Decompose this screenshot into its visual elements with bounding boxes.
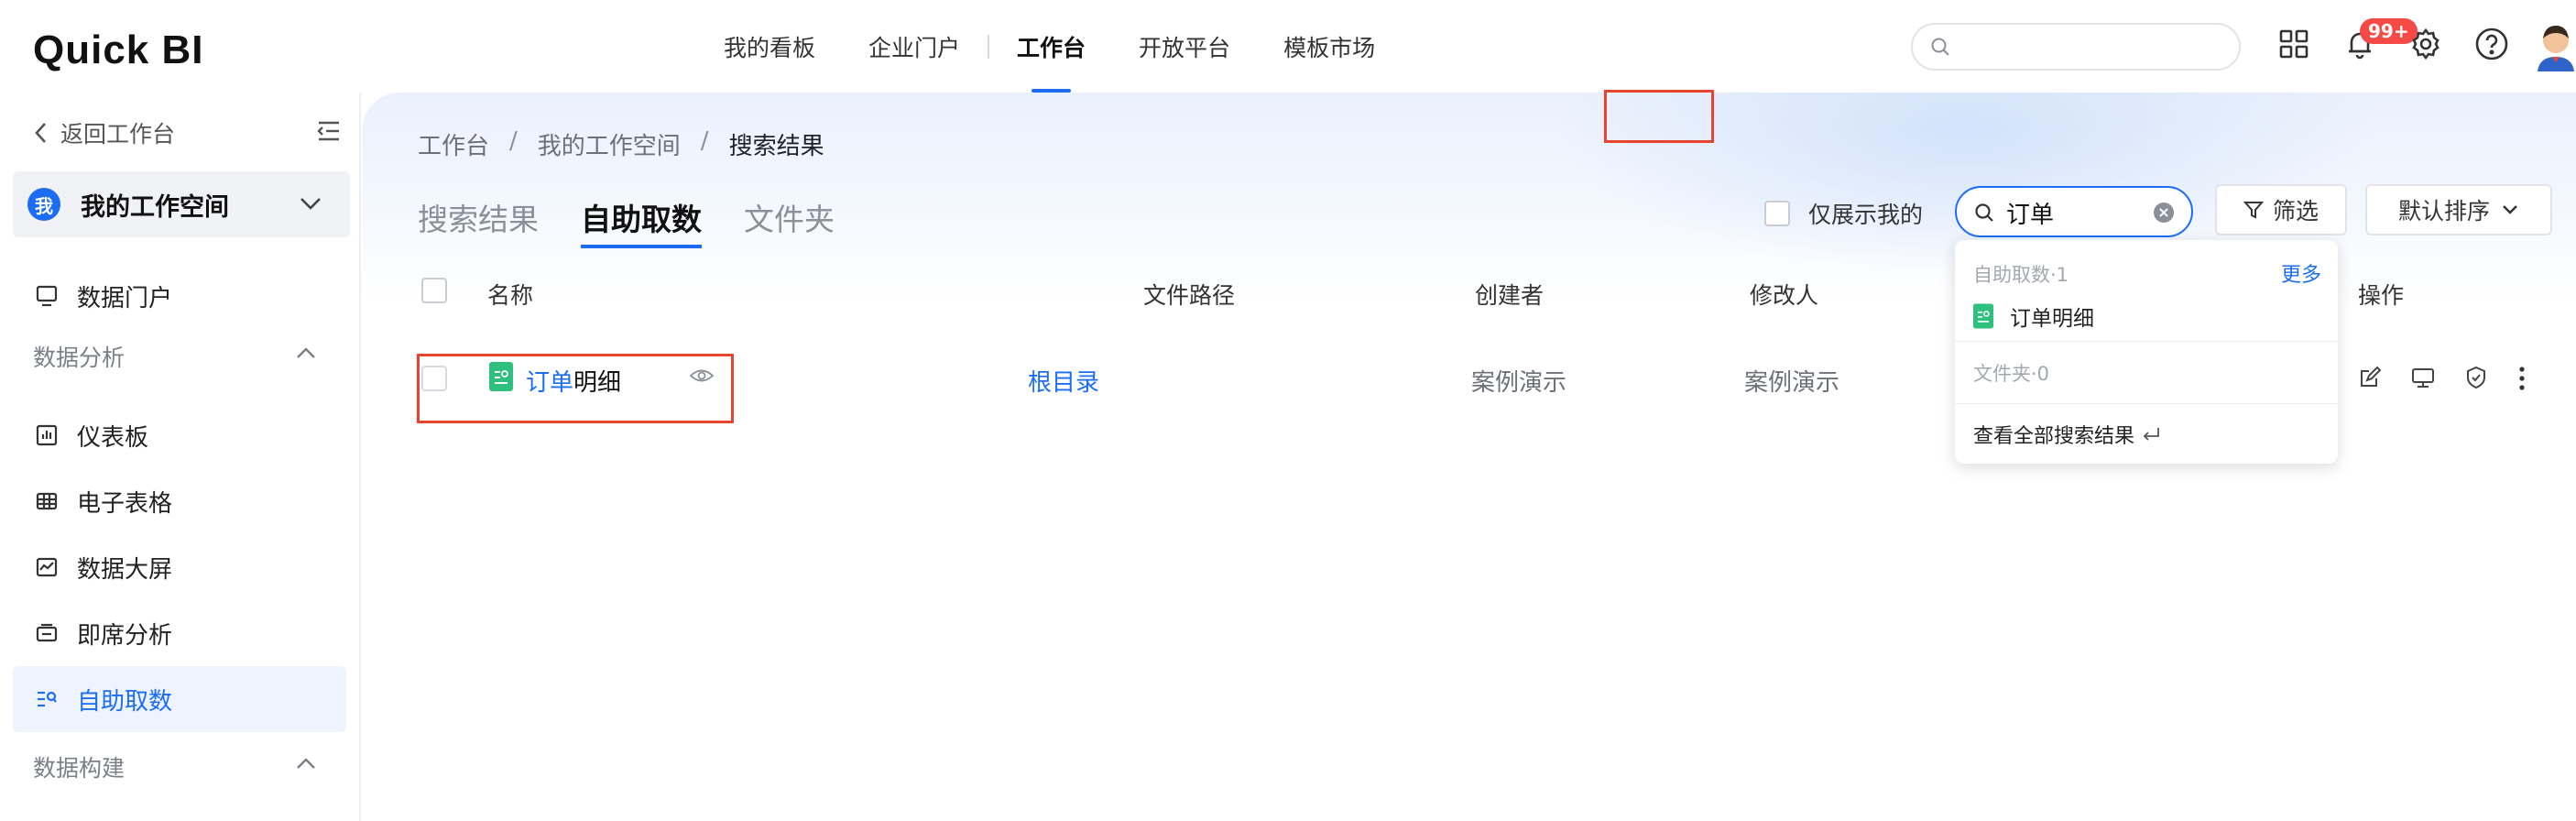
search-icon bbox=[1931, 38, 1949, 56]
view-all-label: 查看全部搜索结果 bbox=[1973, 425, 2135, 448]
adhoc-analysis-icon bbox=[36, 623, 58, 642]
row-highlight-box bbox=[417, 354, 734, 423]
spreadsheet-icon bbox=[36, 492, 58, 510]
sidebar-item-label: 电子表格 bbox=[77, 489, 173, 518]
tab-self-service-fetch[interactable]: 自助取数 bbox=[581, 195, 702, 248]
dashboard-icon bbox=[36, 424, 58, 446]
breadcrumb-separator: / bbox=[700, 127, 709, 155]
chevron-down-icon bbox=[300, 198, 321, 210]
chevron-up-icon bbox=[297, 758, 315, 769]
sidebar-group-data-analysis[interactable]: 数据分析 bbox=[33, 340, 317, 373]
dropdown-divider bbox=[1955, 341, 2338, 342]
sidebar-item-label: 仪表板 bbox=[77, 423, 149, 452]
column-creator: 创建者 bbox=[1475, 282, 1545, 309]
column-modifier: 修改人 bbox=[1750, 282, 1819, 309]
dropdown-more-link[interactable]: 更多 bbox=[2281, 258, 2321, 288]
only-mine-toggle[interactable]: 仅展示我的 bbox=[1764, 197, 1923, 230]
user-avatar[interactable] bbox=[2534, 20, 2576, 71]
quickbi-logo[interactable]: Quick BI bbox=[33, 27, 204, 73]
dropdown-result-label: 订单明细 bbox=[2010, 307, 2094, 331]
workspace-label: 我的工作空间 bbox=[81, 192, 229, 222]
select-all-checkbox[interactable] bbox=[421, 278, 447, 303]
search-input[interactable] bbox=[2006, 197, 2144, 228]
filter-button[interactable]: 筛选 bbox=[2215, 184, 2347, 235]
search-icon bbox=[1975, 203, 1993, 222]
filter-funnel-icon bbox=[2243, 202, 2264, 219]
search-highlight-box bbox=[1604, 90, 1714, 143]
nav-my-dashboards[interactable]: 我的看板 bbox=[724, 0, 815, 93]
chevron-down-icon bbox=[2503, 205, 2517, 214]
settings-gear-icon[interactable] bbox=[2407, 26, 2444, 62]
chevron-left-icon bbox=[35, 123, 46, 143]
edit-icon[interactable] bbox=[2358, 366, 2382, 389]
breadcrumb-workspace[interactable]: 我的工作空间 bbox=[538, 127, 681, 161]
only-mine-checkbox[interactable] bbox=[1764, 201, 1790, 226]
breadcrumb-workbench[interactable]: 工作台 bbox=[418, 127, 489, 161]
sidebar-item-adhoc-analysis[interactable]: 即席分析 bbox=[13, 600, 346, 666]
sidebar-item-data-portal[interactable]: 数据门户 bbox=[13, 263, 346, 329]
dropdown-section-self-service: 自助取数·1 bbox=[1973, 264, 2069, 286]
self-service-file-icon bbox=[1973, 303, 1993, 329]
breadcrumb-current: 搜索结果 bbox=[728, 133, 824, 160]
sidebar-group-data-build[interactable]: 数据构建 bbox=[33, 750, 317, 783]
present-monitor-icon[interactable] bbox=[2411, 366, 2435, 389]
enter-key-icon bbox=[2143, 428, 2159, 441]
sort-select[interactable]: 默认排序 bbox=[2365, 184, 2552, 235]
chevron-up-icon bbox=[297, 347, 315, 358]
sidebar-item-spreadsheet[interactable]: 电子表格 bbox=[13, 468, 346, 534]
help-question-icon[interactable] bbox=[2473, 26, 2510, 62]
only-mine-label: 仅展示我的 bbox=[1808, 202, 1924, 228]
sidebar-item-label: 数据门户 bbox=[77, 284, 173, 312]
nav-divider bbox=[988, 34, 990, 59]
group-label: 数据分析 bbox=[33, 345, 126, 371]
sidebar-item-label: 自助取数 bbox=[77, 687, 173, 716]
result-tabs: 搜索结果 自助取数 文件夹 bbox=[418, 195, 877, 248]
sidebar-item-label: 即席分析 bbox=[77, 621, 173, 650]
clear-search-icon[interactable] bbox=[2153, 202, 2175, 224]
nav-enterprise-portal[interactable]: 企业门户 bbox=[868, 0, 960, 93]
nav-open-platform[interactable]: 开放平台 bbox=[1139, 0, 1230, 93]
sidebar: 返回工作台 我 我的工作空间 数据门户 数据分析 仪表板 电子表格 数据大屏 即… bbox=[0, 93, 361, 821]
monitor-icon bbox=[36, 285, 58, 307]
sidebar-item-dashboard[interactable]: 仪表板 bbox=[13, 402, 346, 468]
self-service-fetch-icon bbox=[38, 691, 57, 707]
filter-label: 筛选 bbox=[2272, 198, 2319, 224]
nav-template-market[interactable]: 模板市场 bbox=[1283, 0, 1375, 93]
sidebar-item-data-screen[interactable]: 数据大屏 bbox=[13, 534, 346, 600]
permission-shield-icon[interactable] bbox=[2464, 366, 2488, 389]
column-path: 文件路径 bbox=[1143, 282, 1236, 309]
collapse-sidebar-icon[interactable] bbox=[317, 120, 341, 142]
group-label: 数据构建 bbox=[33, 755, 126, 782]
breadcrumb: 工作台 / 我的工作空间 / 搜索结果 bbox=[418, 127, 824, 161]
sort-label: 默认排序 bbox=[2397, 198, 2490, 224]
row-modifier: 案例演示 bbox=[1744, 369, 1840, 397]
search-suggestions-dropdown: 自助取数·1 更多 订单明细 文件夹·0 查看全部搜索结果 bbox=[1955, 240, 2338, 464]
nav-workbench[interactable]: 工作台 bbox=[1017, 0, 1086, 93]
dropdown-divider bbox=[1955, 403, 2338, 404]
column-name: 名称 bbox=[487, 282, 534, 309]
view-all-results-link[interactable]: 查看全部搜索结果 bbox=[1973, 420, 2161, 449]
top-navigation-bar: Quick BI 我的看板 企业门户 工作台 开放平台 模板市场 99+ bbox=[0, 0, 2576, 93]
workspace-badge: 我 bbox=[27, 188, 60, 221]
tab-search-results[interactable]: 搜索结果 bbox=[418, 195, 539, 248]
sidebar-item-label: 数据大屏 bbox=[77, 555, 173, 584]
workspace-selector[interactable]: 我 我的工作空间 bbox=[13, 171, 350, 237]
data-screen-icon bbox=[36, 557, 58, 577]
row-path-link[interactable]: 根目录 bbox=[1028, 364, 1099, 398]
more-options-icon[interactable] bbox=[2516, 366, 2528, 391]
apps-grid-icon[interactable] bbox=[2276, 26, 2312, 62]
back-label: 返回工作台 bbox=[60, 121, 176, 148]
tab-folder[interactable]: 文件夹 bbox=[744, 195, 835, 248]
global-search-input[interactable] bbox=[1911, 23, 2241, 71]
search-field[interactable] bbox=[1955, 186, 2193, 237]
breadcrumb-separator: / bbox=[509, 127, 518, 155]
dropdown-section-folder: 文件夹·0 bbox=[1973, 363, 2050, 385]
dropdown-result-item[interactable]: 订单明细 bbox=[1973, 301, 2094, 332]
top-nav: 我的看板 企业门户 工作台 开放平台 模板市场 bbox=[724, 0, 1428, 93]
column-actions: 操作 bbox=[2358, 282, 2405, 309]
back-to-workbench-link[interactable]: 返回工作台 bbox=[33, 116, 175, 149]
row-creator: 案例演示 bbox=[1471, 369, 1567, 397]
sidebar-item-self-service-fetch[interactable]: 自助取数 bbox=[13, 666, 346, 732]
